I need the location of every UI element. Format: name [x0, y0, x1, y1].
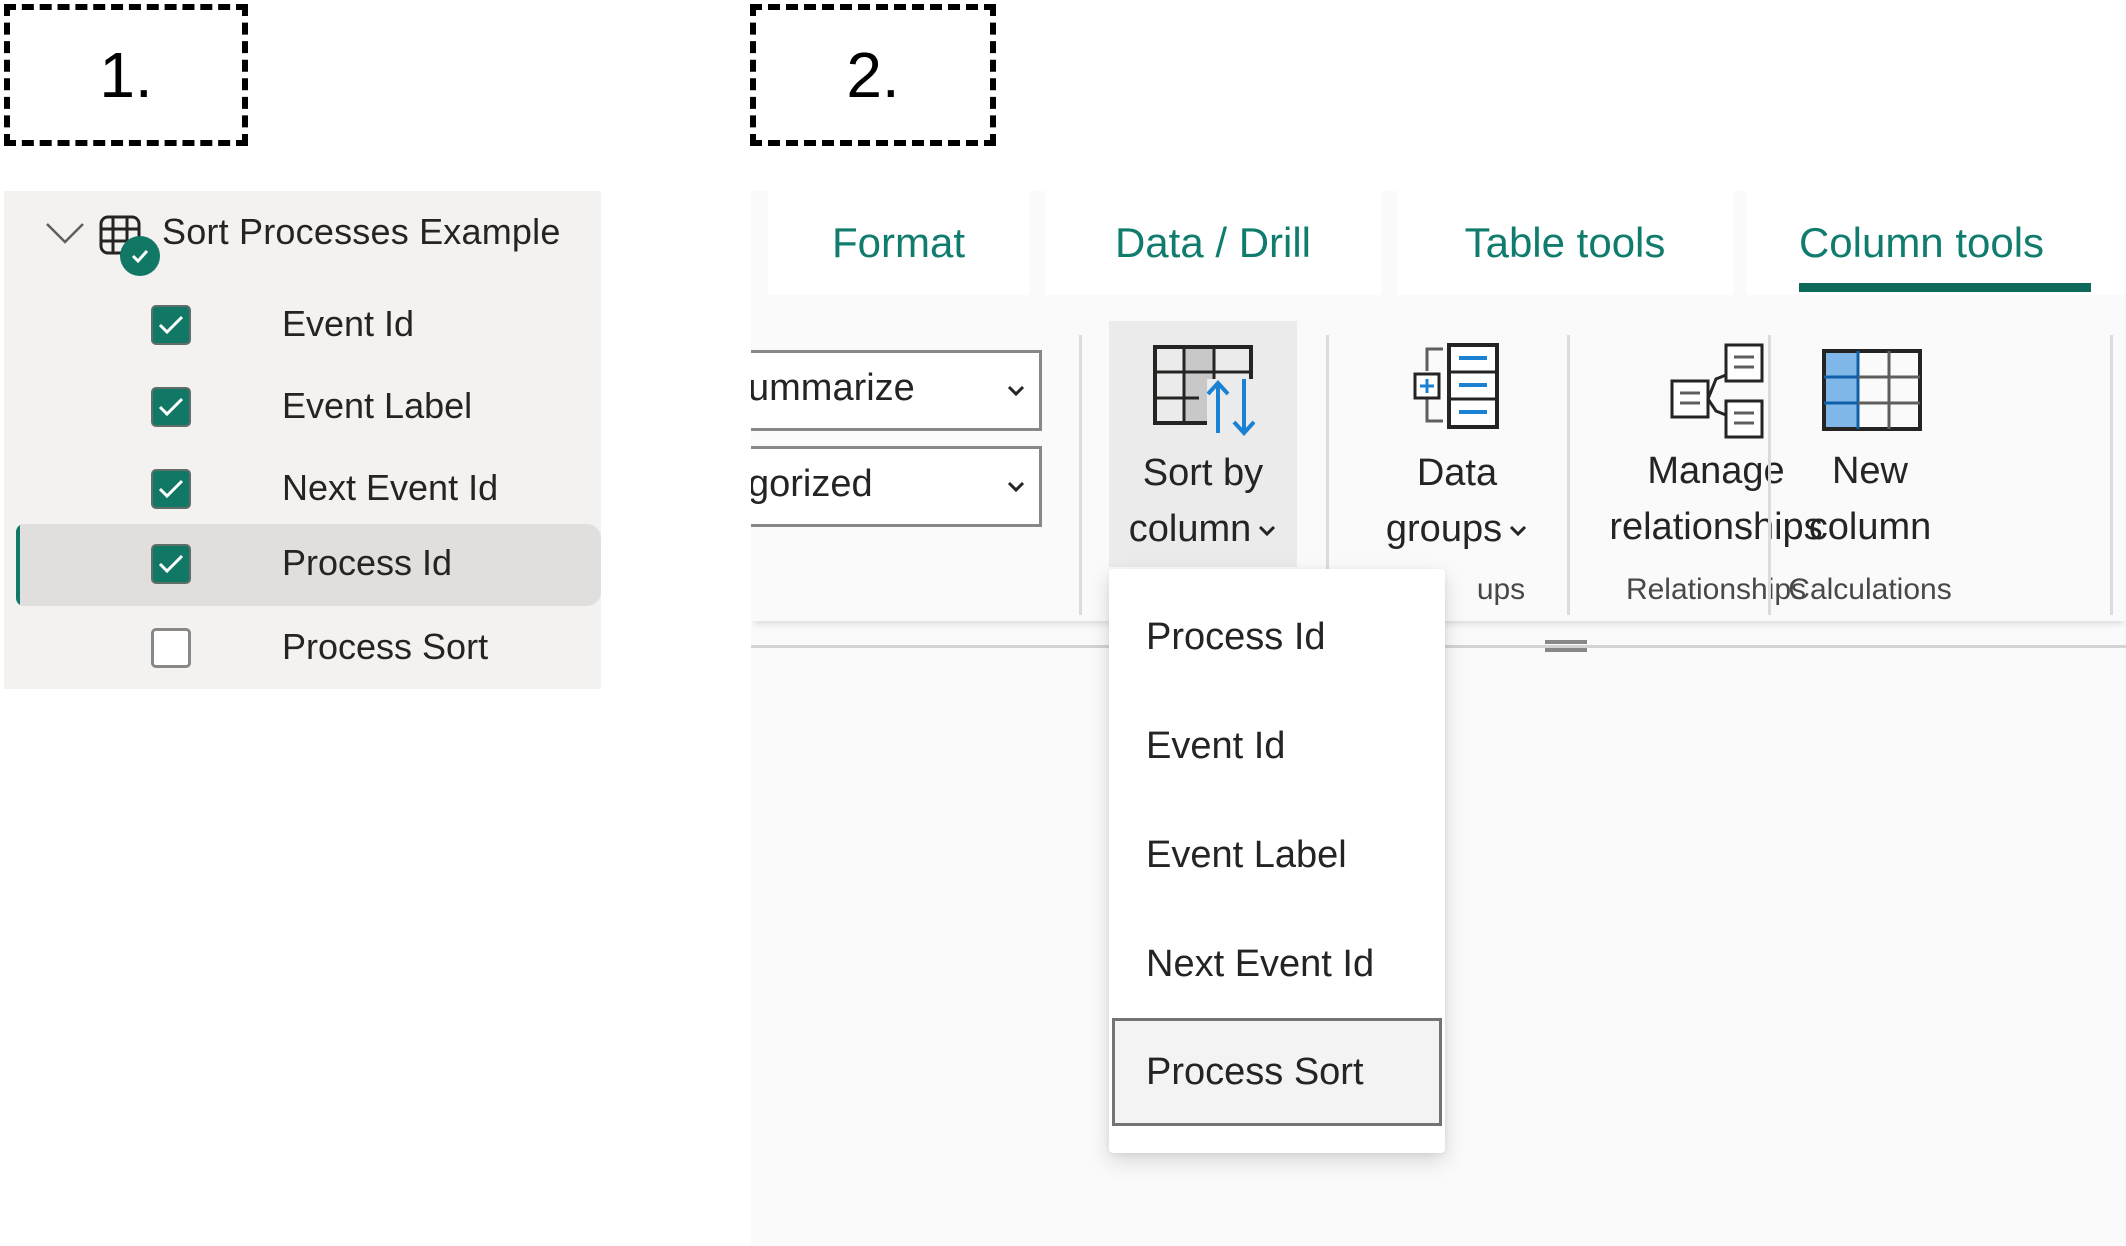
checkbox-checked[interactable] [151, 305, 191, 345]
button-label-line2: column [1808, 506, 1932, 548]
summarization-select[interactable]: ummarize [751, 350, 1042, 431]
checkbox-unchecked[interactable] [151, 628, 191, 668]
menu-item-process-sort[interactable]: Process Sort [1112, 1018, 1442, 1126]
field-label: Next Event Id [282, 467, 499, 508]
menu-item-next-event-id[interactable]: Next Event Id [1112, 910, 1442, 1018]
button-label-line2: column [1109, 501, 1297, 557]
ribbon-pane: Format Data / Drill Table tools Column t… [751, 191, 2126, 1246]
field-list-pane: Sort Processes Example Event Id Event La… [4, 191, 601, 689]
button-label: New [1831, 450, 1909, 492]
sort-by-column-icon [1153, 345, 1255, 445]
menu-item-event-id[interactable]: Event Id [1112, 692, 1442, 800]
step-1-text: 1. [99, 39, 153, 111]
field-row-process-sort[interactable]: Process Sort [4, 608, 601, 690]
tab-data-drill[interactable]: Data / Drill [1045, 191, 1381, 295]
ribbon-separator [1567, 335, 1570, 615]
group-label-calculations: Calculations [1788, 573, 1952, 606]
tab-label: Data / Drill [1114, 219, 1312, 266]
tab-label: Table tools [1464, 219, 1666, 266]
tab-format[interactable]: Format [768, 191, 1029, 295]
menu-item-event-label[interactable]: Event Label [1112, 801, 1442, 909]
field-row-process-id[interactable]: Process Id [20, 524, 601, 606]
new-column-icon [1822, 349, 1922, 431]
button-label: Sort by [1142, 452, 1264, 494]
step-2-label: 2. [750, 4, 996, 146]
field-row-event-id[interactable]: Event Id [4, 285, 601, 367]
resize-grip[interactable] [1545, 640, 1587, 652]
chevron-down-icon [1259, 525, 1276, 537]
field-label: Event Id [282, 303, 415, 344]
active-tab-indicator [1799, 283, 2091, 292]
tab-label: Format [831, 219, 965, 266]
ribbon-separator [1079, 335, 1082, 615]
ribbon-separator [2110, 335, 2113, 615]
select-value: gorized [751, 463, 873, 505]
data-groups-icon [1413, 343, 1499, 429]
new-column-button[interactable]: New column [1781, 321, 1959, 567]
tab-table-tools[interactable]: Table tools [1397, 191, 1733, 295]
tab-column-tools[interactable]: Column tools [1747, 191, 2126, 295]
step-1-label: 1. [4, 4, 248, 146]
field-row-event-label[interactable]: Event Label [4, 367, 601, 449]
menu-item-process-id[interactable]: Process Id [1112, 583, 1442, 691]
group-label-data-groups: ups [1476, 573, 1526, 606]
chevron-down-icon [1007, 385, 1025, 397]
tab-label: Column tools [1798, 219, 2045, 266]
chevron-down-icon [1510, 525, 1527, 537]
select-value: ummarize [751, 367, 915, 409]
sort-by-column-menu: Process Id Event Id Event Label Next Eve… [1109, 569, 1445, 1153]
button-label: Data [1416, 452, 1498, 494]
ribbon-separator [1768, 335, 1771, 615]
field-label: Event Label [282, 385, 473, 426]
field-label: Process Sort [282, 626, 489, 667]
button-label-line2: groups [1347, 501, 1567, 557]
field-label: Process Id [282, 542, 453, 583]
sort-by-column-button[interactable]: Sort by column [1109, 321, 1297, 567]
table-header[interactable]: Sort Processes Example [4, 191, 601, 276]
field-row-next-event-id[interactable]: Next Event Id [4, 449, 601, 531]
manage-relationships-icon [1670, 343, 1764, 439]
checkbox-checked[interactable] [151, 469, 191, 509]
step-2-text: 2. [846, 39, 900, 111]
chevron-down-icon [1007, 481, 1025, 493]
table-name: Sort Processes Example [162, 211, 561, 252]
chevron-down-icon[interactable] [44, 221, 86, 245]
checkbox-checked[interactable] [151, 544, 191, 584]
checkmark-badge-icon [120, 236, 160, 276]
data-groups-button[interactable]: Data groups [1347, 321, 1567, 567]
checkbox-checked[interactable] [151, 387, 191, 427]
data-category-select[interactable]: gorized [751, 446, 1042, 527]
